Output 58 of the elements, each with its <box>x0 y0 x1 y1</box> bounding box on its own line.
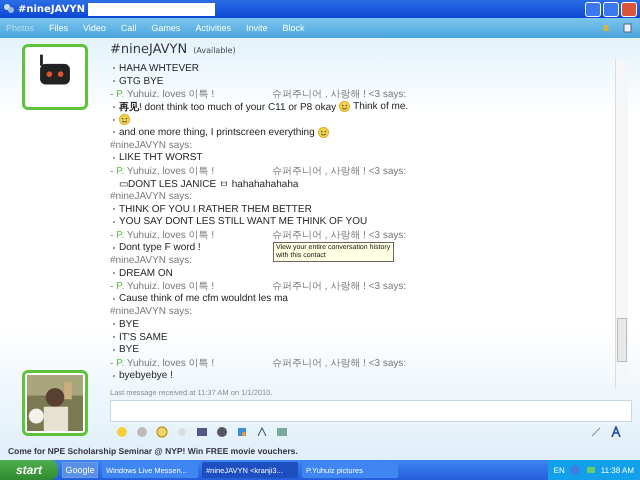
clock: 11:38 AM <box>600 466 634 474</box>
message-text: BYE <box>119 344 140 356</box>
scroll-thumb[interactable] <box>617 318 627 362</box>
minimize-button[interactable] <box>585 2 601 16</box>
language-indicator[interactable]: EN <box>554 466 565 474</box>
pen-icon[interactable] <box>590 426 602 438</box>
menu-item[interactable]: Activities <box>195 23 231 33</box>
menu-item[interactable]: Invite <box>246 23 268 33</box>
sender-tagline: 슈퍼주니어 , 사랑해 ! <3 says: <box>272 88 406 101</box>
message-text: Dont type F word ! <box>119 242 201 254</box>
message-text: THINK OF YOU I RATHER THEM BETTER <box>119 204 312 215</box>
sender-tagline: 슈퍼주니어 , 사랑해 ! <3 says: <box>272 280 406 293</box>
menu-item[interactable]: Files <box>49 23 68 33</box>
menu-item[interactable]: Games <box>151 23 180 33</box>
messenger-icon <box>3 3 15 15</box>
message-text: byebyebye ! <box>119 370 173 382</box>
options-icon[interactable] <box>622 22 634 34</box>
message-text: IT'S SAME <box>119 332 168 343</box>
message-text: Think of me. <box>353 101 408 112</box>
sender-name: - P. Yuhuiz. loves 이특 ! <box>110 280 216 293</box>
maximize-button[interactable] <box>603 2 619 16</box>
sender-tagline: 슈퍼주니어 , 사랑해 ! <3 says: <box>272 228 406 242</box>
close-button[interactable] <box>621 2 637 16</box>
menu-item[interactable]: Video <box>83 23 106 33</box>
sender-header: #nineJAVYN says: <box>110 254 192 266</box>
message-text: HAHA WHTEVER <box>119 62 200 74</box>
sender-name: - P. Yuhuiz. loves 이특 ! <box>110 164 216 178</box>
menu-item[interactable]: Block <box>282 23 304 33</box>
ebuddy-logo <box>22 44 88 110</box>
scroll-bar[interactable] <box>615 60 628 388</box>
message-text: 再见! dont think too much of your C11 or P8 okay <box>119 100 336 114</box>
sender-tagline: 슈퍼주니어 , 사랑해 ! <3 says: <box>272 356 406 370</box>
message-text: LIKE THT WORST <box>119 152 203 164</box>
sender-header: #nineJAVYN says: <box>110 306 192 318</box>
start-button[interactable]: start <box>0 460 58 480</box>
message-input[interactable] <box>110 400 632 422</box>
sender-name: - P. Yuhuiz. loves 이특 ! <box>110 228 216 242</box>
message-text: GTG BYE <box>119 76 164 87</box>
menu-item[interactable]: Photos <box>6 23 34 33</box>
ad-text[interactable]: Come for NPE Scholarship Seminar @ NYP! Win FREE movie vouchers. <box>0 442 640 460</box>
message-text: ▭DONT LES JANICE ㅂ hahahahahaha <box>119 178 298 191</box>
contact-name: #nineJAVYN <box>110 42 188 57</box>
sender-tagline: 슈퍼주니어 , 사랑해 ! <3 says: <box>272 164 406 178</box>
sender-name: - P. Yuhuiz. loves 이특 ! <box>110 88 216 101</box>
message-text: Cause think of me cfm wouldnt les ma <box>119 293 288 304</box>
message-text: DREAM ON <box>119 268 173 279</box>
google-toolbar-button[interactable]: Google <box>62 462 98 478</box>
text-format-icon[interactable] <box>610 426 622 438</box>
menu-item[interactable]: Call <box>120 23 136 33</box>
message-text: YOU SAY DONT LES STILL WANT ME THINK OF YOU <box>119 216 368 228</box>
message-text: BYE <box>119 318 140 330</box>
message-text: and one more thing, I printscreen everything <box>119 126 315 138</box>
sender-name: - P. Yuhuiz. loves 이특 ! <box>110 356 216 370</box>
contact-status: (Available) <box>193 46 236 55</box>
disc-icon[interactable] <box>216 426 228 438</box>
sender-header: #nineJAVYN says: <box>110 140 192 151</box>
sender-header: #nineJAVYN says: <box>110 190 192 202</box>
window-title: #nineJAVYN <box>18 4 85 14</box>
